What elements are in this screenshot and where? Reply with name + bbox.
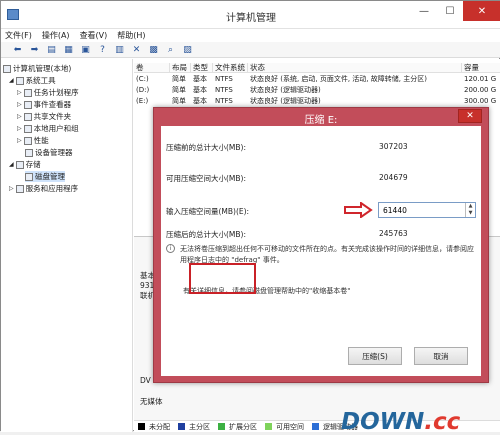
delete-icon[interactable]: ✕ [130,44,143,56]
minimize-button[interactable]: — [411,1,437,21]
tree-item-system-tools[interactable]: ◢ 系统工具 [9,75,56,86]
title-bar: 计算机管理 — ☐ ✕ [1,1,500,29]
tree-item-performance[interactable]: ▷ 性能 [17,135,49,146]
total-size-before-value: 307203 [379,142,408,151]
collapse-icon: ◢ [9,161,14,168]
services-icon [15,184,24,193]
toolbar: ⬅ ➡ ▤ ▦ ▣ ? ▥ ✕ ▩ ⌕ ▨ [1,42,500,58]
dialog-close-button[interactable]: ✕ [458,109,482,123]
info-icon: i [166,244,175,253]
back-arrow-icon[interactable]: ⬅ [11,44,24,56]
column-header[interactable]: 类型 [191,63,213,72]
tree-item-storage[interactable]: ◢ 存储 [9,159,41,170]
tree-item-services-apps[interactable]: ▷ 服务和应用程序 [9,183,78,194]
dialog-body: 压缩前的总计大小(MB): 307203 可用压缩空间大小(MB): 20467… [161,126,481,376]
volume-list-header: 卷 布局 类型 文件系统 状态 容量 [134,63,500,73]
tree-item-task-scheduler[interactable]: ▷ 任务计划程序 [17,87,79,98]
maximize-button[interactable]: ☐ [437,1,463,21]
available-shrink-label: 可用压缩空间大小(MB): [166,174,246,183]
cancel-button[interactable]: 取消 [414,347,468,365]
navigation-tree: 计算机管理(本地) ◢ 系统工具 ▷ 任务计划程序 ▷ 事件查看器 ▷ 共享文件夹 ▷ 本… [1,59,133,432]
dvd-label: DV [140,376,151,385]
tree-root[interactable]: 计算机管理(本地) [3,63,71,74]
expand-icon: ▷ [17,137,22,144]
legend-label: 可用空间 [276,422,304,431]
table-row[interactable]: (E:) 简单 基本 NTFS 状态良好 (逻辑驱动器) 300.00 G [134,96,500,106]
tools-icon [15,76,24,85]
tree-item-event-viewer[interactable]: ▷ 事件查看器 [17,99,71,110]
menu-help[interactable]: 帮助(H) [117,29,145,42]
event-log-icon [23,100,32,109]
shrink-button[interactable]: 压缩(S) [348,347,402,365]
disk-icon [25,172,33,181]
clock-icon [23,88,32,97]
column-header[interactable]: 文件系统 [213,63,248,72]
computer-icon [3,64,11,73]
shrink-amount-input[interactable] [379,203,463,217]
table-row[interactable]: (D:) 简单 基本 NTFS 状态良好 (逻辑驱动器) 200.00 G [134,85,500,95]
legend-swatch-logical [312,423,319,430]
shrink-volume-dialog: 压缩 E: ✕ 压缩前的总计大小(MB): 307203 可用压缩空间大小(MB… [153,107,489,383]
properties-icon[interactable]: ▣ [79,44,92,56]
legend-label: 主分区 [189,422,210,431]
menu-action[interactable]: 操作(A) [42,29,70,42]
tree-item-local-users[interactable]: ▷ 本地用户和组 [17,123,79,134]
tree-item-device-manager[interactable]: 设备管理器 [25,147,73,158]
total-size-after-label: 压缩后的总计大小(MB): [166,230,246,239]
decrement-arrow-icon[interactable]: ▼ [466,210,475,217]
folder-up-icon[interactable]: ▤ [45,44,58,56]
computer-management-window: 计算机管理 — ☐ ✕ 文件(F) 操作(A) 查看(V) 帮助(H) ⬅ ➡ … [0,0,500,435]
shrink-amount-label: 输入压缩空间量(MB)(E): [166,207,250,216]
tree-item-disk-management[interactable]: 磁盘管理 [25,171,65,182]
menu-file[interactable]: 文件(F) [5,29,32,42]
search-icon[interactable]: ⌕ [164,44,177,56]
shrink-amount-stepper[interactable]: ▲ ▼ [378,202,476,218]
red-arrow-icon [344,202,373,218]
users-icon [23,124,32,133]
column-header[interactable]: 状态 [248,63,462,72]
expand-icon: ▷ [17,89,22,96]
column-header[interactable]: 布局 [170,63,191,72]
total-size-before-label: 压缩前的总计大小(MB): [166,143,246,152]
legend-label: 未分配 [149,422,170,431]
open-icon[interactable]: ▩ [147,44,160,56]
highlight-box [189,263,256,294]
expand-icon: ▷ [17,101,22,108]
forward-arrow-icon[interactable]: ➡ [28,44,41,56]
folder-icon [23,112,32,121]
legend-label: 扩展分区 [229,422,257,431]
menu-bar: 文件(F) 操作(A) 查看(V) 帮助(H) [1,29,500,42]
increment-arrow-icon[interactable]: ▲ [466,203,475,210]
performance-icon [23,136,32,145]
legend-swatch-primary [178,423,185,430]
column-header[interactable]: 容量 [462,63,500,72]
close-button[interactable]: ✕ [463,1,500,21]
refresh-icon[interactable]: ▥ [113,44,126,56]
legend-swatch-free [265,423,272,430]
legend-swatch-extended [218,423,225,430]
collapse-icon: ◢ [9,77,14,84]
legend-swatch-unallocated [138,423,145,430]
menu-view[interactable]: 查看(V) [80,29,108,42]
no-media-label: 无媒体 [140,397,163,406]
available-shrink-value: 204679 [379,173,408,182]
tree-toggle-icon[interactable]: ▦ [62,44,75,56]
device-manager-icon [25,148,33,157]
expand-icon: ▷ [17,125,22,132]
settings-icon[interactable]: ▨ [181,44,194,56]
watermark-accent: .cc [424,409,461,435]
total-size-after-value: 245763 [379,229,408,238]
watermark-main: DOWN [341,409,425,435]
table-row[interactable]: (C:) 简单 基本 NTFS 状态良好 (系统, 启动, 页面文件, 活动, 故障转储… [134,74,500,84]
column-header[interactable]: 卷 [134,63,170,72]
storage-icon [15,160,24,169]
expand-icon: ▷ [17,113,22,120]
watermark-logo: DOWN.cc [341,409,460,435]
dialog-title: 压缩 E: [304,115,338,126]
help-icon[interactable]: ? [96,44,109,56]
tree-item-shared-folders[interactable]: ▷ 共享文件夹 [17,111,71,122]
expand-icon: ▷ [9,185,14,192]
